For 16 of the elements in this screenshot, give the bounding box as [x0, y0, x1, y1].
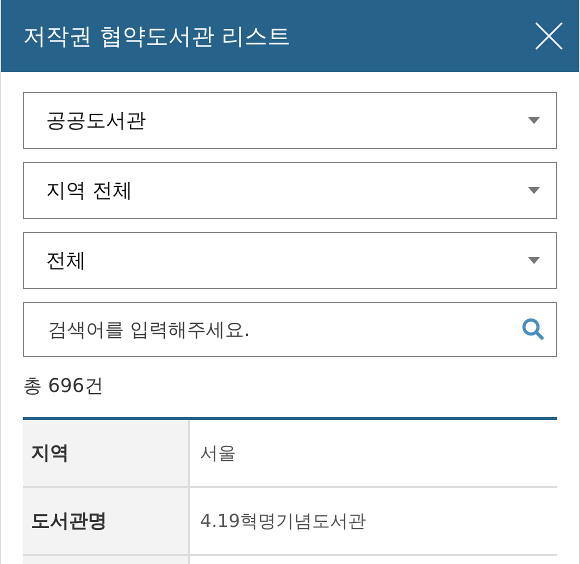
- table-cell-text: 4.19혁명기념도서관: [199, 510, 368, 534]
- caret-icon: [528, 257, 540, 264]
- table-header-cell: 도서관명: [23, 488, 190, 554]
- search-field[interactable]: 검색어를 입력해주세요.: [23, 302, 557, 357]
- window-title: 저작권 협약도서관 리스트: [23, 22, 291, 52]
- close-icon: [535, 22, 563, 50]
- caret-icon: [528, 187, 540, 194]
- close-button[interactable]: [535, 22, 563, 50]
- table-cell-text: 서울: [199, 442, 237, 466]
- search-icon[interactable]: [522, 318, 544, 340]
- dropdown[interactable]: 지역 전체: [23, 162, 557, 219]
- dropdown[interactable]: 공공도서관: [23, 92, 557, 149]
- dropdown[interactable]: 전체: [23, 232, 557, 289]
- table-header-cell: 지역: [23, 420, 190, 486]
- caret-icon: [528, 117, 540, 124]
- result-count: 총 696건: [23, 374, 104, 399]
